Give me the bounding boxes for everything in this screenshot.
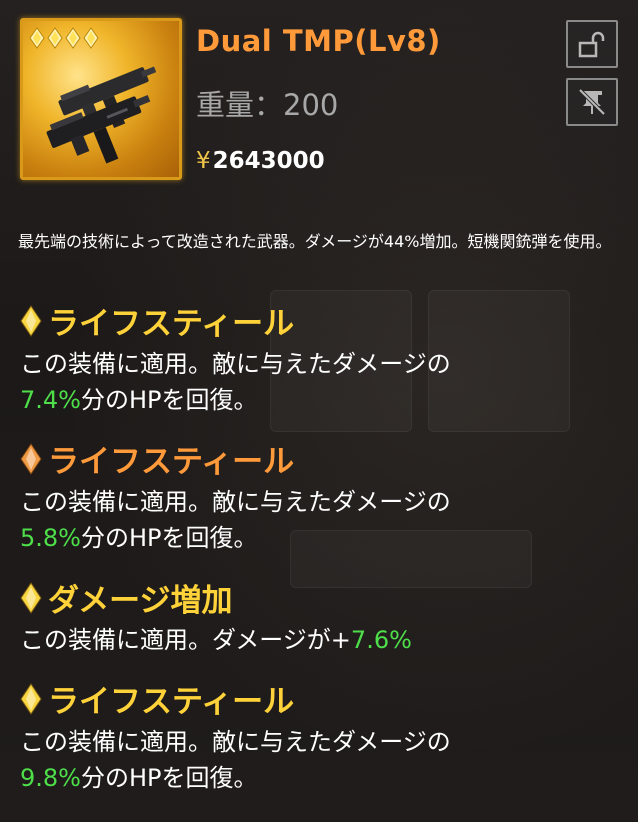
effect-text-suffix: 分のHPを回復。 xyxy=(80,524,258,552)
unlock-icon xyxy=(578,31,605,58)
smg-weapon-icon xyxy=(46,66,157,164)
effect-text: この装備に適用。ダメージが+ xyxy=(20,626,351,654)
effect-name: ライフスティール xyxy=(48,306,295,342)
effect-text: この装備に適用。敵に与えたダメージの xyxy=(20,488,451,516)
effect-text: この装備に適用。敵に与えたダメージの xyxy=(20,350,451,378)
effect-text: この装備に適用。敵に与えたダメージの xyxy=(20,728,451,756)
effect-description-4: この装備に適用。敵に与えたダメージの 9.8%分のHPを回復。 xyxy=(20,724,451,796)
effect-title-3: ダメージ増加 xyxy=(20,575,232,620)
item-description: 最先端の技術によって改造された武器。ダメージが44%増加。短機関銃弾を使用。 xyxy=(18,232,612,251)
rarity-gem-icon xyxy=(29,27,45,49)
price-value: 2643000 xyxy=(212,148,325,174)
item-weight: 重量：200 xyxy=(196,82,338,124)
effect-title-1: ライフスティール xyxy=(20,298,294,343)
item-price: ¥2643000 xyxy=(196,148,325,174)
effect-name: ライフスティール xyxy=(48,684,295,720)
effect-name: ダメージ増加 xyxy=(48,583,233,619)
weight-value: 200 xyxy=(283,88,339,122)
lock-toggle-button[interactable] xyxy=(566,20,618,68)
effect-description-3: この装備に適用。ダメージが+7.6% xyxy=(20,622,412,658)
effect-gem-icon xyxy=(20,682,42,715)
unequip-toggle-button[interactable] xyxy=(566,78,618,126)
effect-description-2: この装備に適用。敵に与えたダメージの 5.8%分のHPを回復。 xyxy=(20,484,451,556)
rarity-gem-icon xyxy=(47,27,63,49)
no-pin-icon xyxy=(578,88,606,116)
weight-label: 重量： xyxy=(196,88,284,122)
rarity-gem-icon xyxy=(83,27,99,49)
effect-name: ライフスティール xyxy=(48,444,295,480)
item-name: Dual TMP(Lv8) xyxy=(196,24,441,58)
effect-text-suffix: 分のHPを回復。 xyxy=(80,386,258,414)
effect-title-4: ライフスティール xyxy=(20,676,294,721)
item-icon-frame xyxy=(20,18,182,180)
effect-title-2: ライフスティール xyxy=(20,436,294,481)
effect-value: 9.8% xyxy=(20,764,81,792)
effect-value: 7.4% xyxy=(20,386,81,414)
effect-gem-icon xyxy=(20,581,42,614)
effect-gem-icon xyxy=(20,442,42,475)
effect-text-suffix: 分のHPを回復。 xyxy=(80,764,258,792)
currency-symbol: ¥ xyxy=(196,148,211,174)
effect-value: 5.8% xyxy=(20,524,81,552)
rarity-gem-icon xyxy=(65,27,81,49)
effect-value: 7.6% xyxy=(350,626,412,654)
effect-gem-icon xyxy=(20,304,42,337)
effect-description-1: この装備に適用。敵に与えたダメージの 7.4%分のHPを回復。 xyxy=(20,346,451,418)
rarity-stars xyxy=(29,27,99,49)
